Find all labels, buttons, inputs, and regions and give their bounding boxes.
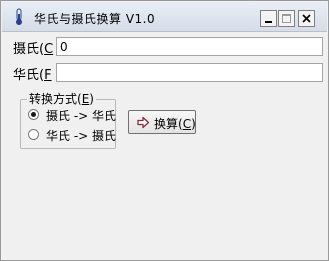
- app-window: 华氏与摄氏换算 V1.0 摄氏(C 0 华氏(F 转换方式(E) 摄氏 -> 华…: [0, 0, 329, 261]
- radio-button-selected[interactable]: [28, 109, 39, 120]
- window-title: 华氏与摄氏换算 V1.0: [34, 12, 156, 26]
- close-icon: [302, 14, 311, 23]
- celsius-label: 摄氏(C: [13, 42, 54, 57]
- title-bar[interactable]: 华氏与摄氏换算 V1.0: [2, 2, 327, 32]
- maximize-button[interactable]: [278, 10, 295, 27]
- thermometer-icon: [16, 8, 22, 25]
- minimize-button[interactable]: [260, 10, 277, 27]
- arrow-right-icon: [137, 116, 150, 129]
- close-button[interactable]: [298, 10, 315, 27]
- radio-label: 摄氏 -> 华氏: [46, 109, 117, 123]
- maximize-icon: [282, 14, 291, 23]
- celsius-input[interactable]: 0: [56, 37, 323, 56]
- fahrenheit-label: 华氏(F: [13, 68, 52, 83]
- convert-button[interactable]: 换算(C): [128, 110, 196, 134]
- conversion-mode-title: 转换方式(E): [27, 90, 96, 107]
- radio-label: 华氏 -> 摄氏: [46, 129, 117, 143]
- convert-button-label: 换算(C): [154, 117, 196, 131]
- fahrenheit-input[interactable]: [56, 63, 323, 82]
- radio-button[interactable]: [28, 129, 39, 140]
- minimize-icon: [265, 21, 272, 23]
